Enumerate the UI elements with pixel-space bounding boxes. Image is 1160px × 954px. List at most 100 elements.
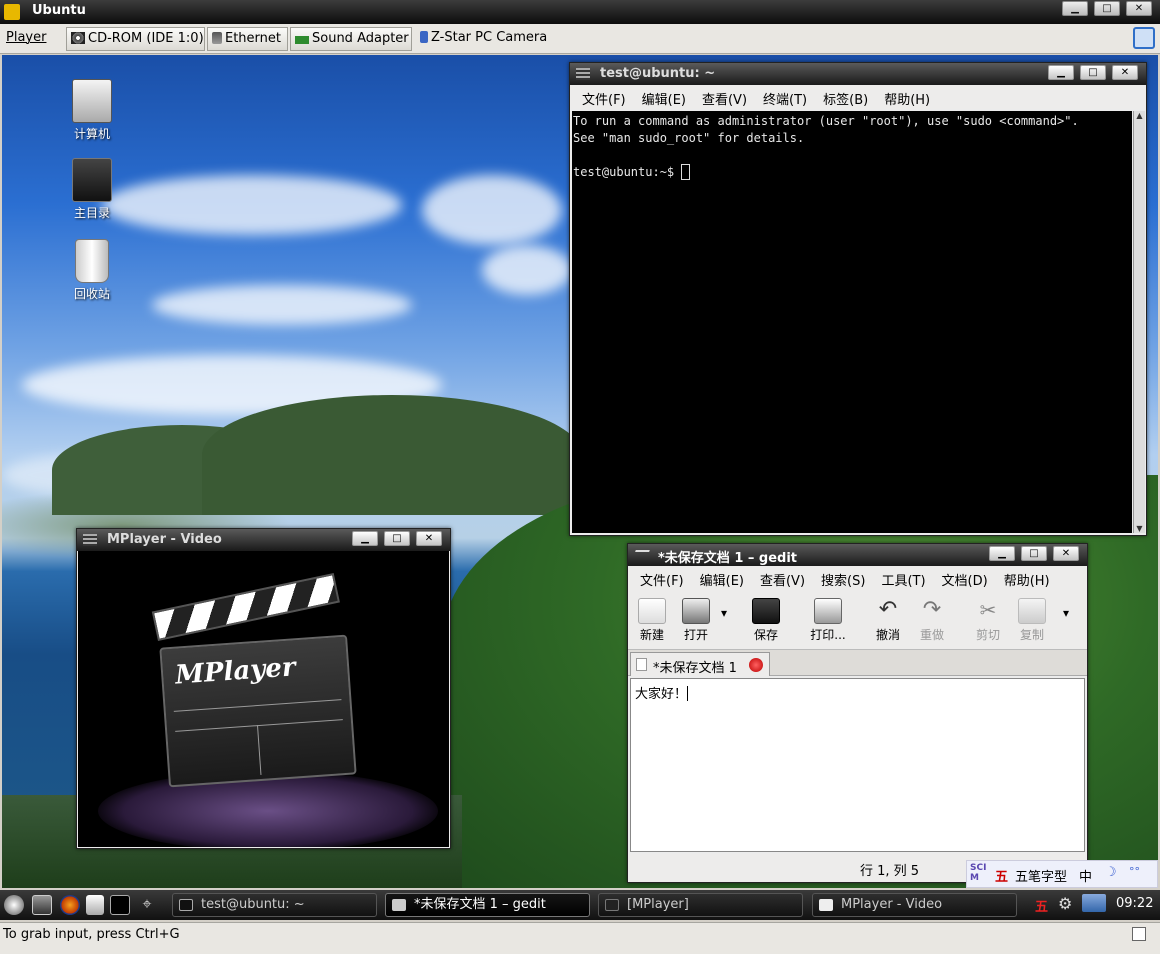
menu-tabs[interactable]: 标签(B) — [815, 85, 876, 112]
device-sound-button[interactable]: Sound Adapter — [290, 27, 412, 51]
fullscreen-icon[interactable] — [1133, 27, 1155, 49]
menu-view[interactable]: 查看(V) — [694, 85, 755, 112]
tray-settings-icon[interactable]: ⚙ — [1058, 894, 1072, 913]
trash-icon — [75, 239, 109, 283]
mplayer-video-area[interactable]: MPlayer — [78, 551, 449, 847]
scim-logo-icon[interactable]: SCIM — [970, 863, 988, 883]
menu-tools[interactable]: 工具(T) — [873, 566, 933, 593]
menu-help[interactable]: 帮助(H) — [876, 85, 938, 112]
device-camera-button[interactable]: Z-Star PC Camera — [416, 27, 562, 51]
close-button[interactable]: ✕ — [1112, 65, 1138, 80]
maximize-button[interactable]: □ — [1080, 65, 1106, 80]
open-recent-dropdown[interactable]: ▾ — [716, 606, 732, 620]
redo-button[interactable]: ↷ 重做 — [910, 598, 954, 643]
computer-icon — [72, 79, 112, 123]
tray-ime-icon[interactable]: 五 — [1035, 896, 1048, 915]
mplayer-logo-text: MPlayer — [174, 652, 297, 691]
task-mplayer-video[interactable]: MPlayer - Video — [812, 893, 1017, 917]
menu-help[interactable]: 帮助(H) — [996, 566, 1058, 593]
document-icon — [636, 658, 647, 671]
cut-button[interactable]: ✂ 剪切 — [966, 598, 1010, 643]
window-menu-icon[interactable] — [576, 68, 590, 80]
terminal-title-bar[interactable]: test@ubuntu: ~ ▁ □ ✕ — [570, 63, 1146, 85]
desktop-icon-label: 回收站 — [73, 287, 110, 301]
home-folder-icon — [72, 158, 112, 202]
gedit-tab-bar: *未保存文档 1 — [628, 650, 1087, 676]
menu-search[interactable]: 搜索(S) — [813, 566, 873, 593]
terminal-launcher-icon[interactable] — [110, 895, 130, 915]
maximize-button[interactable]: □ — [384, 531, 410, 546]
half-width-icon[interactable]: ☽ — [1105, 865, 1117, 880]
print-icon — [814, 598, 842, 624]
player-menu[interactable]: Player — [2, 27, 62, 51]
menu-file[interactable]: 文件(F) — [574, 85, 634, 112]
task-label: test@ubuntu: ~ — [201, 897, 305, 912]
desktop-icon-computer[interactable]: 计算机 — [57, 79, 127, 142]
editor-text-area[interactable]: 大家好！ — [630, 678, 1085, 852]
desktop-icon-trash[interactable]: 回收站 — [57, 239, 127, 302]
close-button[interactable]: ✕ — [416, 531, 442, 546]
ime-mode-label[interactable]: 五笔字型 — [1015, 866, 1067, 885]
window-title: MPlayer - Video — [107, 532, 222, 547]
clock[interactable]: 09:22 — [1116, 896, 1153, 911]
undo-icon: ↶ — [878, 597, 898, 622]
menu-edit[interactable]: 编辑(E) — [634, 85, 694, 112]
minimize-button[interactable]: ▁ — [1048, 65, 1074, 80]
window-menu-icon[interactable] — [83, 534, 97, 546]
text-editor-launcher-icon[interactable] — [86, 895, 104, 915]
host-minimize-button[interactable]: ▁ — [1062, 1, 1088, 16]
scim-ime-bar: SCIM 五 五笔字型 中 ☽ °° — [966, 860, 1158, 888]
resize-grip-icon[interactable] — [1132, 927, 1146, 941]
gedit-title-bar[interactable]: *未保存文档 1 – gedit ▁ □ ✕ — [628, 544, 1087, 566]
menu-file[interactable]: 文件(F) — [632, 566, 692, 593]
maximize-button[interactable]: □ — [1021, 546, 1047, 561]
menu-documents[interactable]: 文档(D) — [934, 566, 996, 593]
device-ethernet-button[interactable]: Ethernet — [207, 27, 288, 51]
ime-language-toggle[interactable]: 中 — [1079, 866, 1092, 885]
ime-wubi-icon[interactable]: 五 — [995, 866, 1008, 885]
host-close-button[interactable]: ✕ — [1126, 1, 1152, 16]
show-desktop-icon[interactable] — [32, 895, 52, 915]
desktop-icon-home[interactable]: 主目录 — [57, 158, 127, 221]
host-maximize-button[interactable]: □ — [1094, 1, 1120, 16]
terminal-scrollbar[interactable]: ▲ ▼ — [1133, 111, 1145, 533]
punctuation-icon[interactable]: °° — [1129, 865, 1140, 878]
menu-terminal[interactable]: 终端(T) — [755, 85, 815, 112]
task-mplayer[interactable]: [MPlayer] — [598, 893, 803, 917]
chevron-down-icon: ▾ — [1062, 606, 1070, 620]
network-launcher-icon[interactable]: ⌖ — [136, 895, 158, 915]
device-cdrom-button[interactable]: CD-ROM (IDE 1:0) — [66, 27, 205, 51]
open-button[interactable]: 打开 — [674, 598, 718, 643]
minimize-button[interactable]: ▁ — [989, 546, 1015, 561]
task-gedit[interactable]: *未保存文档 1 – gedit — [385, 893, 590, 917]
close-tab-icon[interactable] — [749, 658, 763, 672]
close-button[interactable]: ✕ — [1053, 546, 1079, 561]
toolbar-overflow-dropdown[interactable]: ▾ — [1058, 606, 1074, 620]
menu-view[interactable]: 查看(V) — [752, 566, 813, 593]
toolbar-label: 剪切 — [975, 628, 1000, 642]
editor-content: 大家好！ — [635, 687, 688, 702]
mplayer-title-bar[interactable]: MPlayer - Video ▁ □ ✕ — [77, 529, 450, 551]
firefox-icon[interactable] — [60, 895, 80, 915]
tray-network-icon[interactable] — [1082, 894, 1106, 912]
menu-edit[interactable]: 编辑(E) — [692, 566, 752, 593]
vmware-icon — [4, 4, 20, 20]
terminal-output[interactable]: To run a command as administrator (user … — [572, 111, 1132, 533]
task-terminal[interactable]: test@ubuntu: ~ — [172, 893, 377, 917]
gedit-toolbar: 新建 打开 ▾ 保存 打印... ↶ 撤消 ↷ 重做 ✂ 剪切 复制 ▾ — [628, 590, 1087, 650]
toolbar-label: 复制 — [1019, 628, 1044, 642]
print-button[interactable]: 打印... — [804, 598, 852, 643]
document-tab[interactable]: *未保存文档 1 — [630, 652, 770, 676]
network-icon — [212, 32, 222, 44]
save-icon — [752, 598, 780, 624]
undo-button[interactable]: ↶ 撤消 — [866, 598, 910, 643]
terminal-menu-bar: 文件(F) 编辑(E) 查看(V) 终端(T) 标签(B) 帮助(H) — [570, 85, 1146, 109]
minimize-button[interactable]: ▁ — [352, 531, 378, 546]
host-status-bar: To grab input, press Ctrl+G — [0, 922, 1160, 954]
guest-taskbar: ⌖ test@ubuntu: ~ *未保存文档 1 – gedit [MPlay… — [0, 890, 1160, 920]
ubuntu-menu-icon[interactable] — [4, 895, 24, 915]
save-button[interactable]: 保存 — [744, 598, 788, 643]
vm-window: Ubuntu ▁ □ ✕ Player CD-ROM (IDE 1:0) Eth… — [0, 0, 1160, 954]
copy-button[interactable]: 复制 — [1010, 598, 1054, 643]
new-button[interactable]: 新建 — [630, 598, 674, 643]
